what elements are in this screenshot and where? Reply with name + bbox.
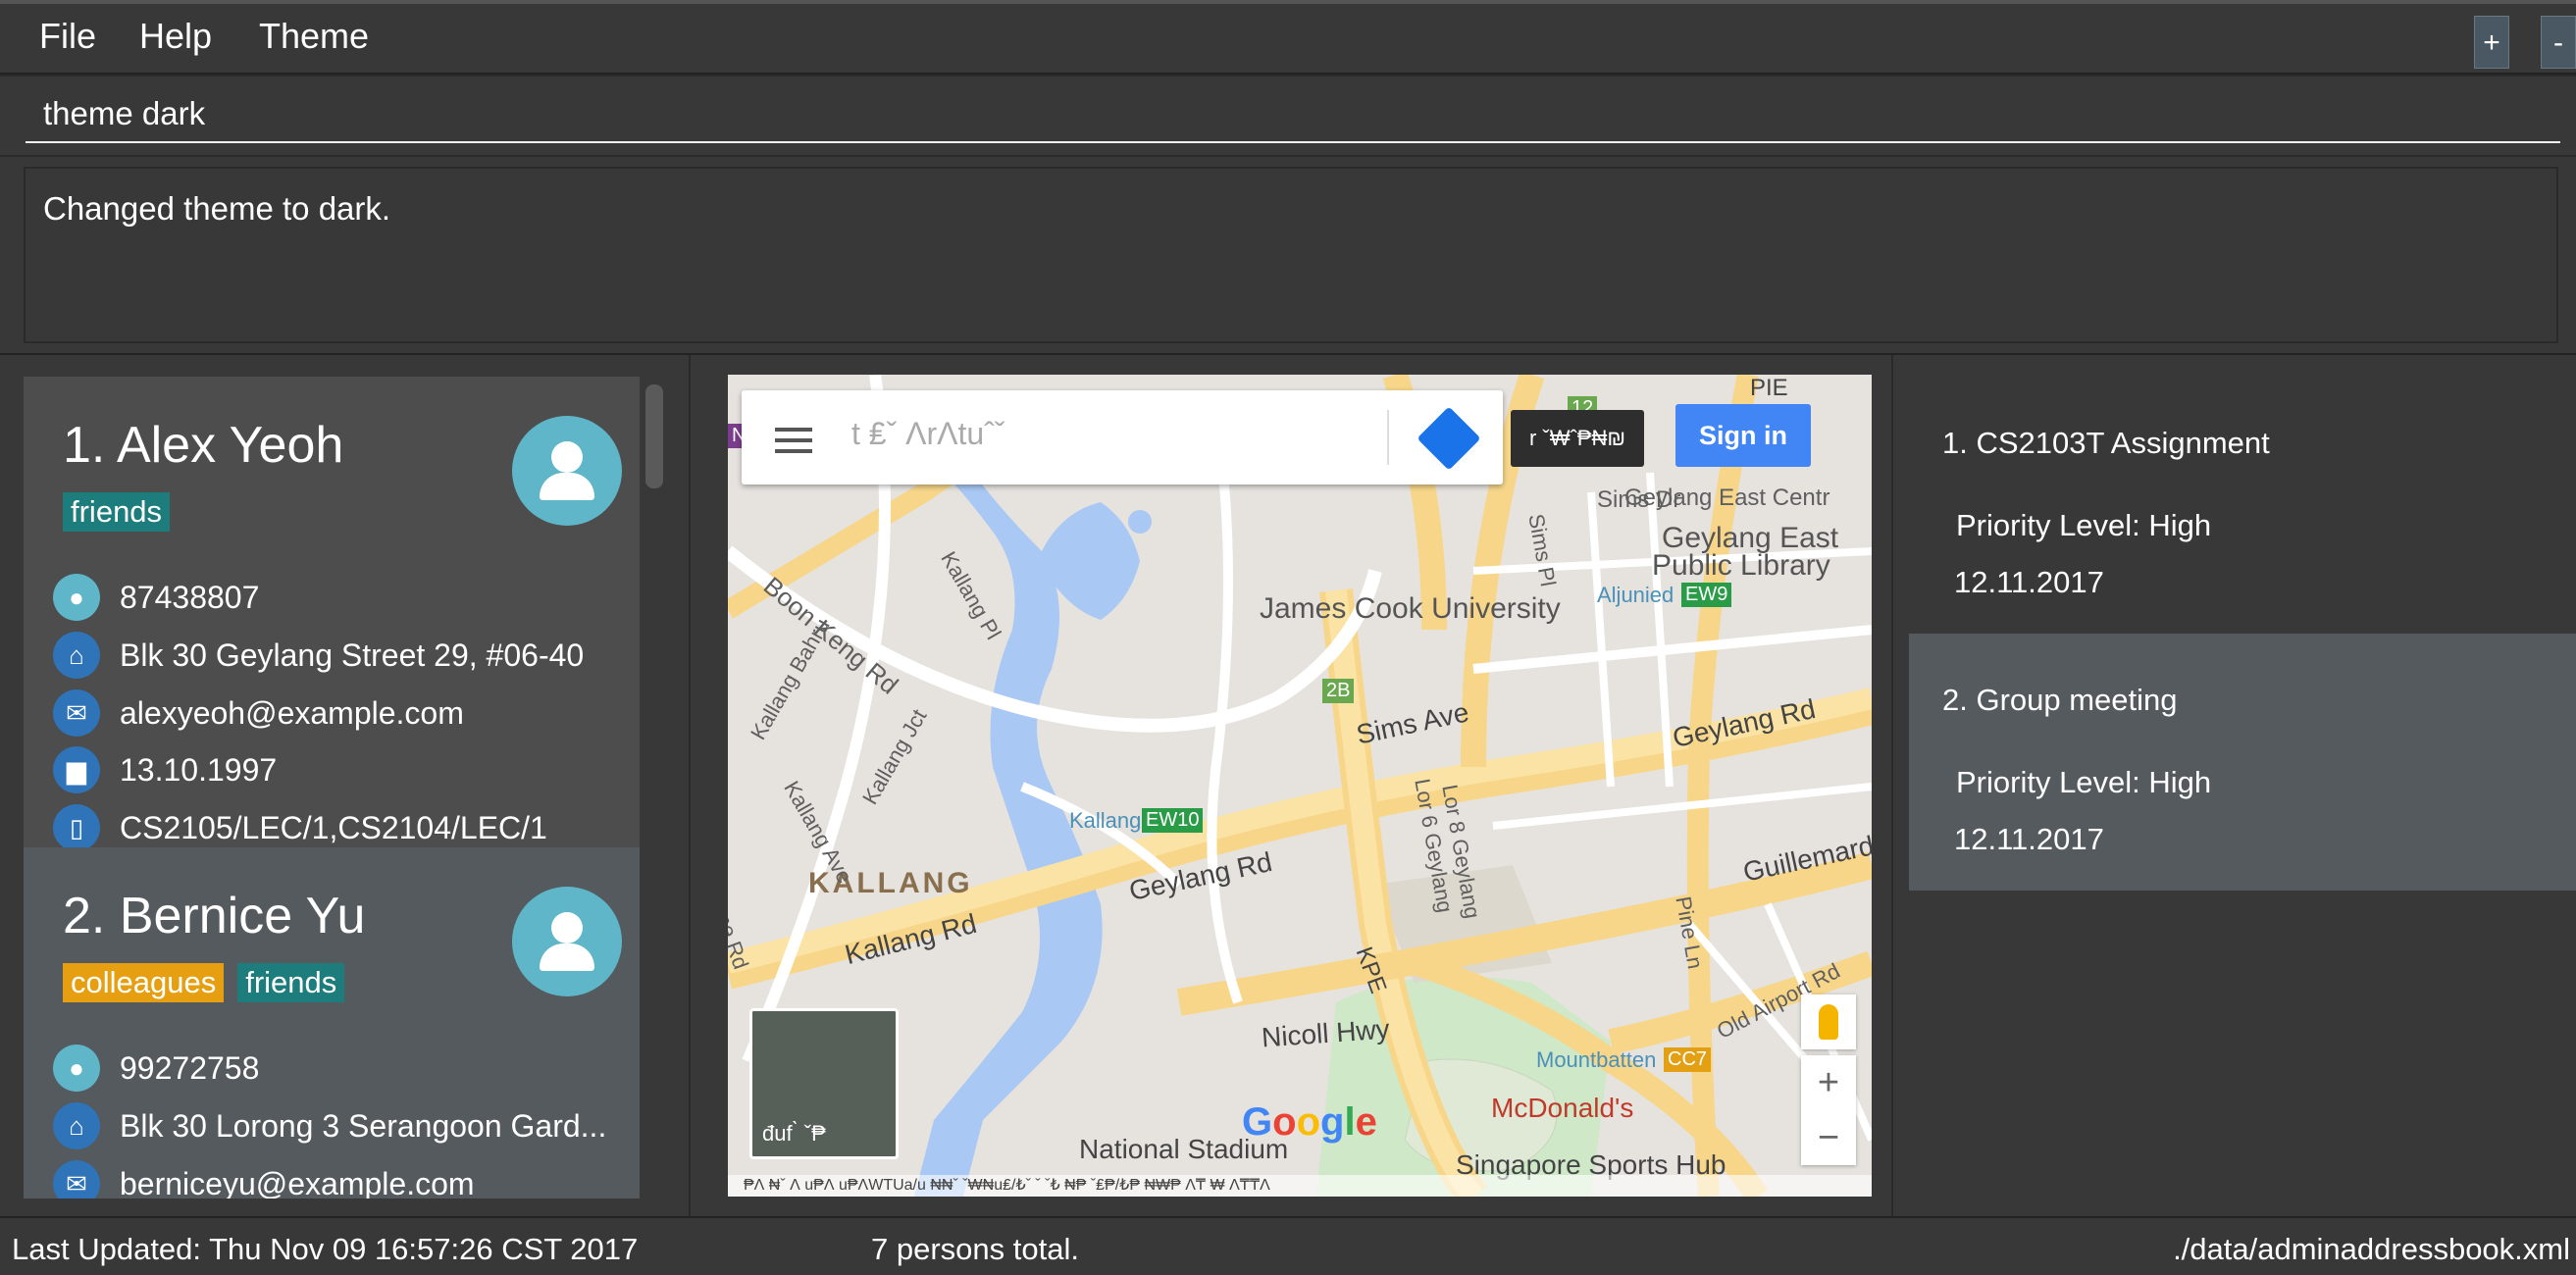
badge-2b: 2B xyxy=(1322,679,1355,703)
label-public-library: Public Library xyxy=(1652,549,1830,582)
tag-colleagues: colleagues xyxy=(63,963,225,1002)
persons-total: 7 persons total. xyxy=(871,1232,1079,1266)
result-display: Changed theme to dark. xyxy=(24,167,2558,343)
avatar xyxy=(512,416,622,526)
main-area: 1. Alex Yeoh friends ● 87438807 ⌂ Blk 30… xyxy=(0,353,2576,1218)
phone-value: 87438807 xyxy=(120,579,260,615)
email-field: ✉ berniceyu@example.com xyxy=(53,1159,475,1198)
command-input[interactable] xyxy=(26,86,2560,143)
map-search-placeholder[interactable]: t ₤ˇ ɅrɅtuˆˇ xyxy=(851,416,1005,452)
mail-icon: ✉ xyxy=(53,689,100,737)
google-map[interactable]: James Cook University Geylang East Publi… xyxy=(728,375,1872,1197)
person-tags: colleagues friends xyxy=(63,963,345,1002)
modules-value: CS2105/LEC/1,CS2104/LEC/1 xyxy=(120,809,547,845)
label-pie: PIE xyxy=(1750,375,1788,401)
zoom-controls: + − xyxy=(1801,1055,1856,1165)
person-tags: friends xyxy=(63,492,171,532)
address-value: Blk 30 Geylang Street 29, #06-40 xyxy=(120,637,585,673)
pegman-icon[interactable] xyxy=(1801,994,1856,1049)
person-list[interactable]: 1. Alex Yeoh friends ● 87438807 ⌂ Blk 30… xyxy=(24,377,640,1198)
home-icon: ⌂ xyxy=(53,632,100,679)
label-aljunied: Aljunied xyxy=(1597,583,1674,607)
avatar xyxy=(512,887,622,996)
satellite-label: đuf ̀ ˇ₱ xyxy=(762,1121,826,1146)
person-list-scrollbar[interactable] xyxy=(645,377,669,1198)
person-card[interactable]: 2. Bernice Yu colleagues friends ● 99272… xyxy=(24,847,640,1198)
email-value: berniceyu@example.com xyxy=(120,1165,475,1199)
label-james-cook: James Cook University xyxy=(1260,592,1561,625)
badge-cc7: CC7 xyxy=(1664,1047,1712,1072)
menu-bar: File Help Theme + - xyxy=(0,0,2576,75)
status-bar: Last Updated: Thu Nov 09 16:57:26 CST 20… xyxy=(0,1216,2576,1275)
tag-friends: friends xyxy=(63,492,171,532)
task-card[interactable]: 2. Group meeting Priority Level: High 12… xyxy=(1909,634,2576,891)
task-date: 12.11.2017 xyxy=(1954,822,2104,856)
scrollbar-thumb[interactable] xyxy=(645,384,663,488)
cake-icon: ▆ xyxy=(53,746,100,793)
map-footer: ₱Ʌ ₦ˇ Ʌ u₱Ʌ u₱ɅWTUa/u ₦₦ˇ ˇ₩₦u₤/₺ˇ ˇ ˇ₺ … xyxy=(728,1175,1872,1197)
menu-help[interactable]: Help xyxy=(139,16,212,57)
person-list-panel: 1. Alex Yeoh friends ● 87438807 ⌂ Blk 30… xyxy=(0,355,691,1218)
book-icon: ▯ xyxy=(53,804,100,851)
person-card[interactable]: 1. Alex Yeoh friends ● 87438807 ⌂ Blk 30… xyxy=(24,377,640,851)
result-display-area: Changed theme to dark. xyxy=(0,157,2576,353)
address-field: ⌂ Blk 30 Geylang Street 29, #06-40 xyxy=(53,631,584,680)
sign-in-button[interactable]: Sign in xyxy=(1675,404,1811,467)
task-priority: Priority Level: High xyxy=(1956,508,2212,542)
birthday-field: ▆ 13.10.1997 xyxy=(53,745,277,794)
modules-field: ▯ CS2105/LEC/1,CS2104/LEC/1 xyxy=(53,803,547,852)
task-card[interactable]: 1. CS2103T Assignment Priority Level: Hi… xyxy=(1909,377,2576,634)
person-name: 2. Bernice Yu xyxy=(63,888,366,944)
address-value: Blk 30 Lorong 3 Serangoon Gard... xyxy=(120,1107,607,1144)
mail-icon: ✉ xyxy=(53,1160,100,1198)
menu-icon[interactable] xyxy=(775,428,812,453)
minus-window-button[interactable]: - xyxy=(2541,16,2576,69)
task-list-panel: 1. CS2103T Assignment Priority Level: Hi… xyxy=(1893,355,2576,1218)
zoom-in-button[interactable]: + xyxy=(1801,1055,1856,1110)
menu-theme[interactable]: Theme xyxy=(259,16,369,57)
last-updated: Last Updated: Thu Nov 09 16:57:26 CST 20… xyxy=(12,1232,639,1266)
email-value: alexyeoh@example.com xyxy=(120,694,464,731)
menu-file[interactable]: File xyxy=(39,16,96,57)
google-logo: Google xyxy=(1242,1100,1377,1144)
directions-icon[interactable] xyxy=(1417,406,1481,471)
zoom-out-button[interactable]: − xyxy=(1801,1110,1856,1165)
birthday-value: 13.10.1997 xyxy=(120,751,278,788)
save-location: ./data/adminaddressbook.xml xyxy=(2173,1232,2570,1266)
map-search-box[interactable]: t ₤ˇ ɅrɅtuˆˇ xyxy=(742,390,1503,484)
task-title: 1. CS2103T Assignment xyxy=(1942,426,2270,460)
phone-value: 99272758 xyxy=(120,1049,260,1086)
phone-field: ● 87438807 xyxy=(53,573,259,622)
badge-ew10: EW10 xyxy=(1142,808,1204,833)
address-field: ⌂ Blk 30 Lorong 3 Serangoon Gard... xyxy=(53,1101,606,1150)
satellite-toggle[interactable]: đuf ̀ ˇ₱ xyxy=(749,1008,899,1159)
task-date: 12.11.2017 xyxy=(1954,565,2104,599)
phone-icon: ● xyxy=(53,1045,100,1092)
label-mcdonalds: McDonald's xyxy=(1491,1093,1634,1123)
phone-icon: ● xyxy=(53,574,100,621)
tag-friends: friends xyxy=(237,963,345,1002)
browser-panel: James Cook University Geylang East Publi… xyxy=(691,355,1893,1218)
label-mountbatten: Mountbatten xyxy=(1536,1047,1657,1072)
command-box xyxy=(0,76,2576,155)
label-kallang-mrt: Kallang xyxy=(1069,808,1142,833)
home-icon: ⌂ xyxy=(53,1102,100,1149)
badge-ew9: EW9 xyxy=(1681,583,1732,607)
add-window-button[interactable]: + xyxy=(2474,16,2509,69)
person-name: 1. Alex Yeoh xyxy=(63,417,344,474)
task-title: 2. Group meeting xyxy=(1942,683,2178,717)
label-sims-dr: Sims Dr xyxy=(1597,486,1681,513)
phone-field: ● 99272758 xyxy=(53,1044,259,1093)
task-list[interactable]: 1. CS2103T Assignment Priority Level: Hi… xyxy=(1909,377,2576,1198)
email-field: ✉ alexyeoh@example.com xyxy=(53,688,464,738)
task-priority: Priority Level: High xyxy=(1956,765,2212,799)
directions-tooltip: r ˇ₩ˆ₱₦₪ xyxy=(1511,410,1644,467)
